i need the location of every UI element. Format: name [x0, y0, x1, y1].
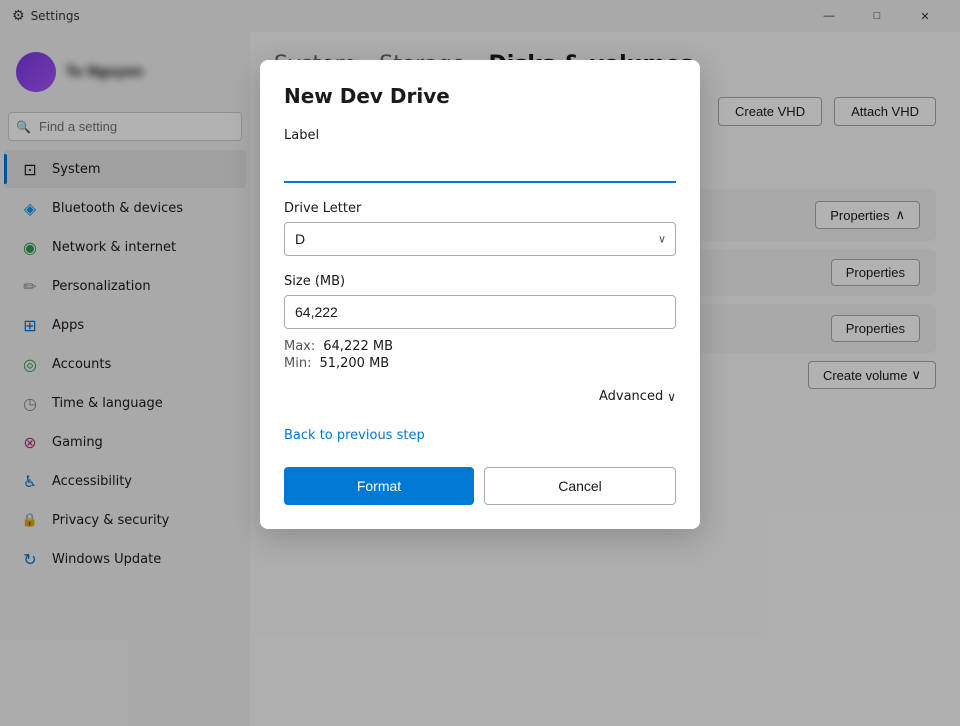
label-input[interactable]: [284, 149, 676, 183]
advanced-label: Advanced: [599, 389, 663, 404]
advanced-toggle[interactable]: Advanced ∨: [284, 389, 676, 404]
size-input[interactable]: [284, 295, 676, 329]
size-constraints: Max: 64,222 MB Min: 51,200 MB: [284, 339, 676, 371]
drive-letter-label: Drive Letter: [284, 201, 676, 216]
modal-actions: Format Cancel: [284, 467, 676, 505]
max-label: Max:: [284, 339, 315, 354]
min-constraint: Min: 51,200 MB: [284, 356, 676, 371]
max-value: 64,222 MB: [323, 339, 393, 354]
min-value: 51,200 MB: [319, 356, 389, 371]
back-to-previous-link[interactable]: Back to previous step: [284, 428, 676, 443]
drive-letter-select[interactable]: D E F G: [284, 222, 676, 256]
modal-title: New Dev Drive: [284, 84, 676, 108]
format-button[interactable]: Format: [284, 467, 474, 505]
size-field-label: Size (MB): [284, 274, 676, 289]
advanced-chevron-icon: ∨: [667, 390, 676, 404]
modal-overlay: New Dev Drive Label Drive Letter D E F G…: [0, 0, 960, 726]
drive-letter-select-wrap: D E F G ∨: [284, 222, 676, 256]
cancel-button[interactable]: Cancel: [484, 467, 676, 505]
min-label: Min:: [284, 356, 311, 371]
max-constraint: Max: 64,222 MB: [284, 339, 676, 354]
new-dev-drive-modal: New Dev Drive Label Drive Letter D E F G…: [260, 60, 700, 529]
label-field-label: Label: [284, 128, 676, 143]
